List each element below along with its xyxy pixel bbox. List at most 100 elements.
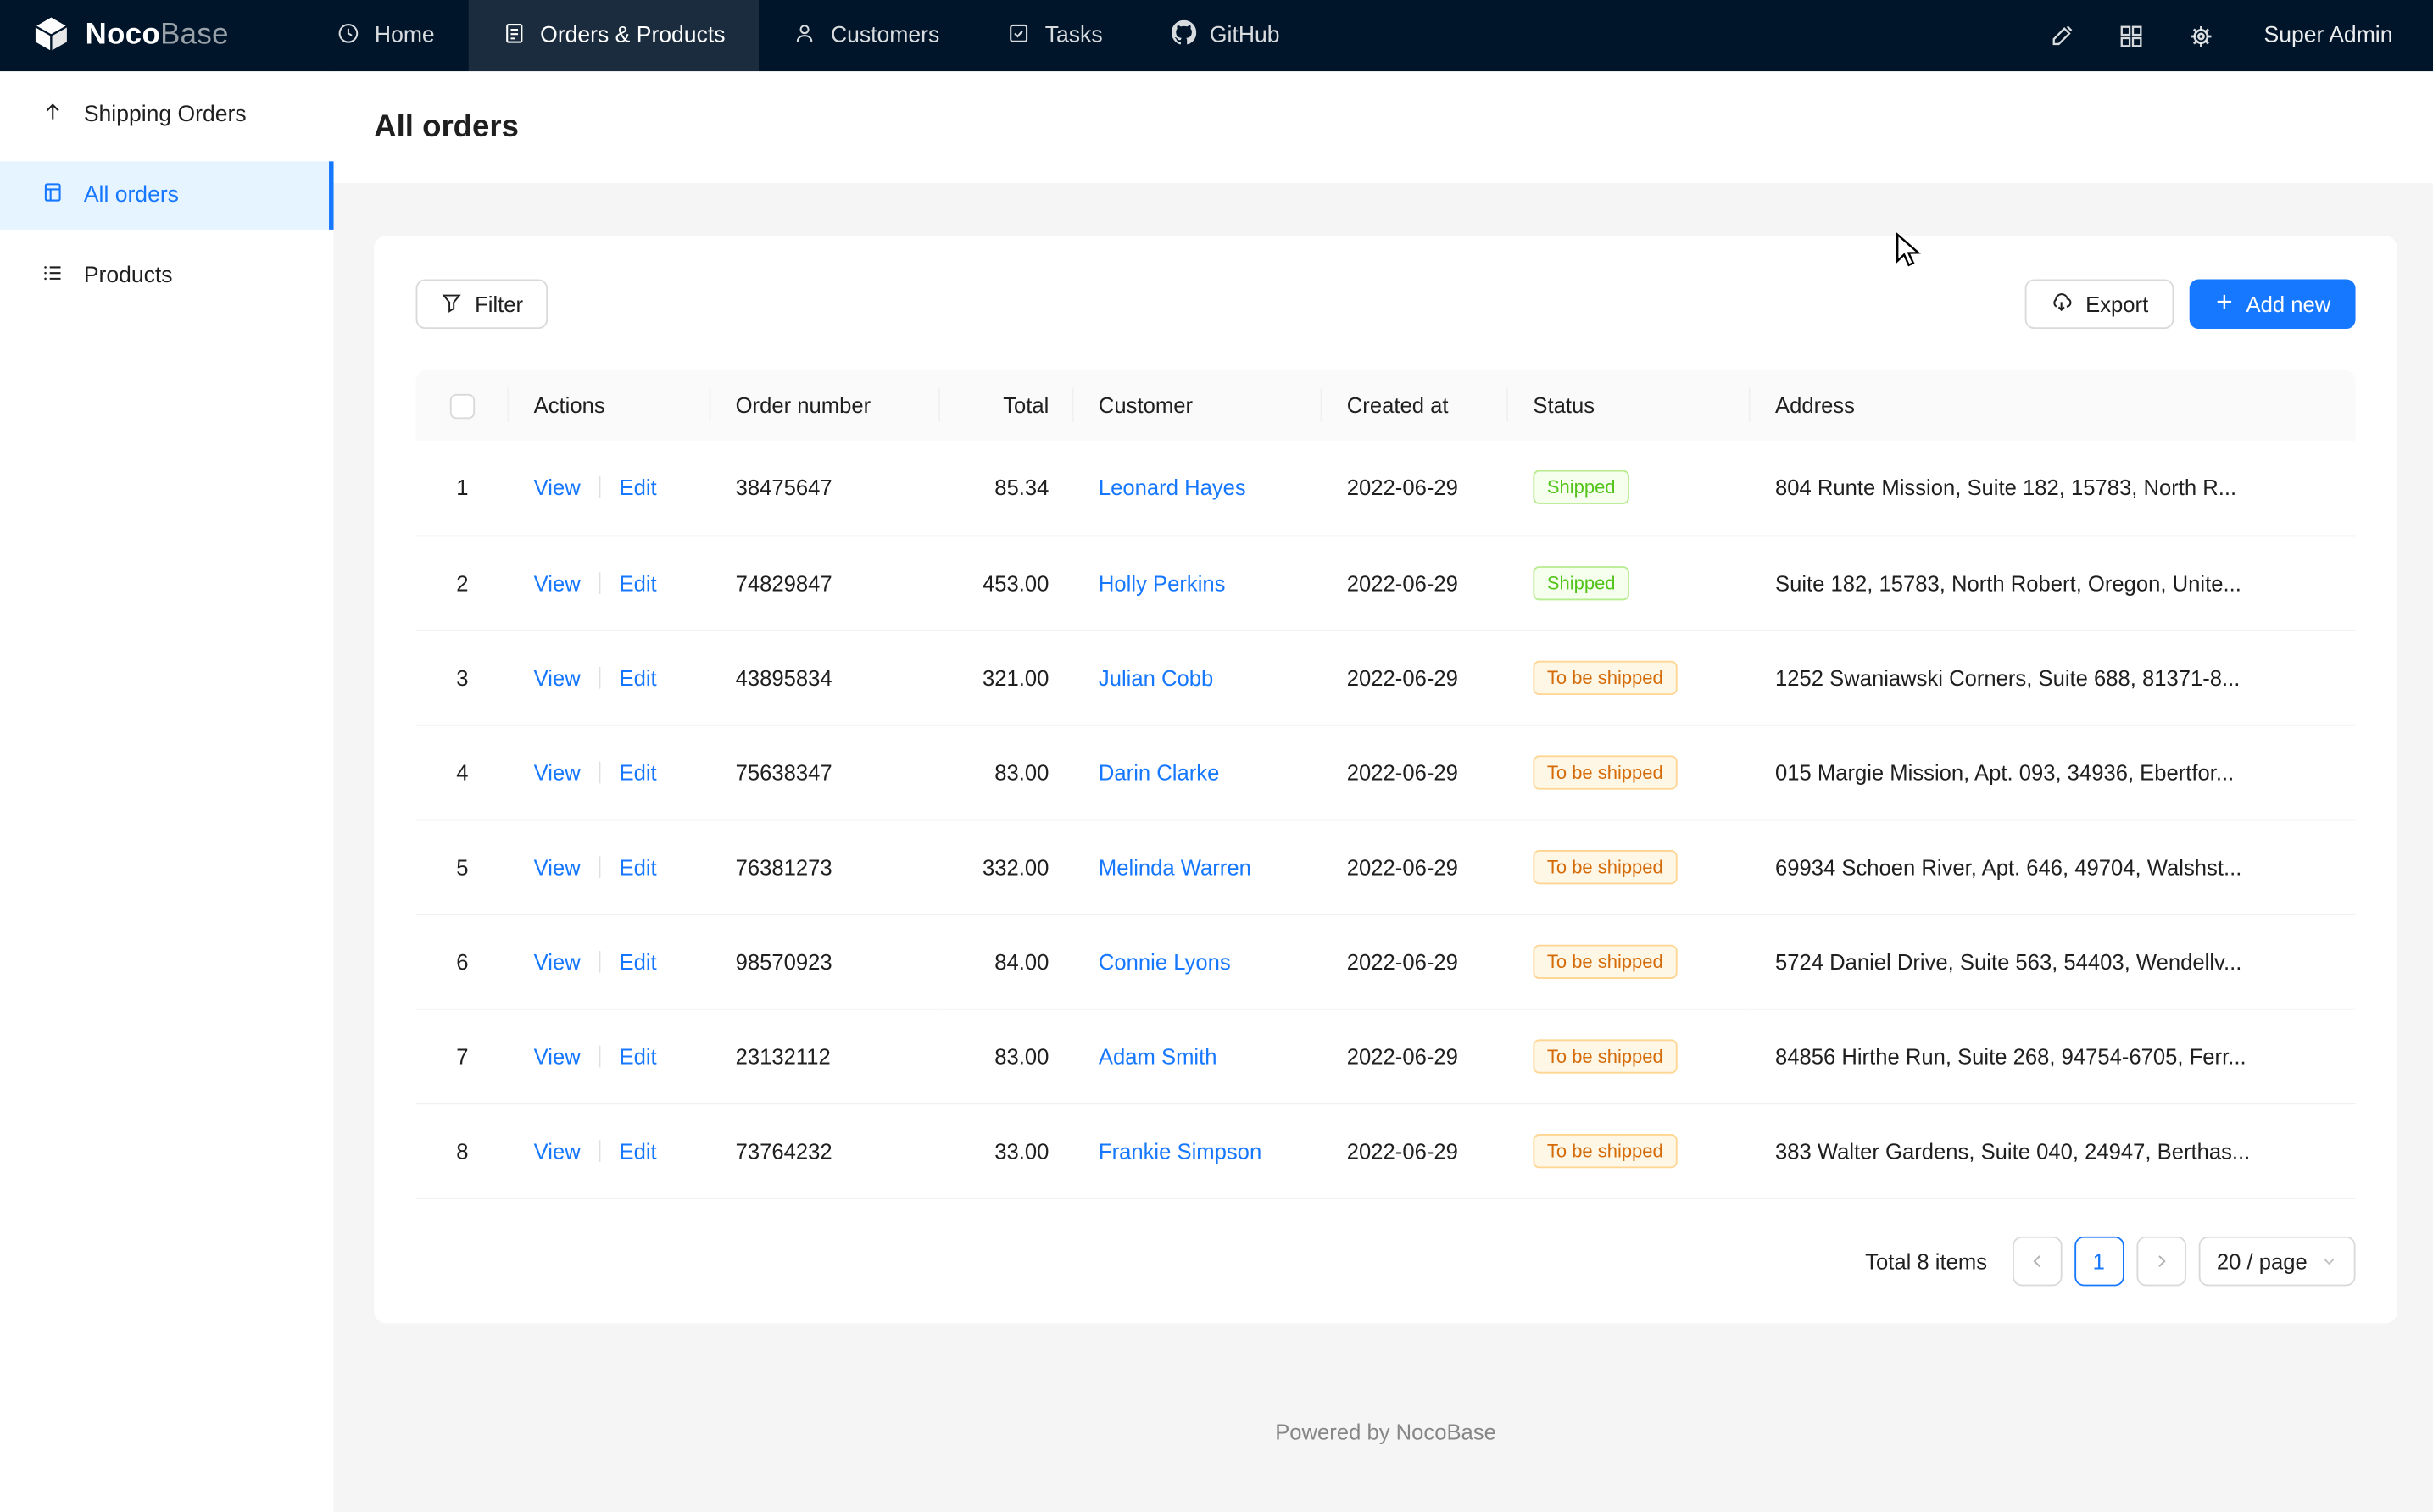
action-divider	[599, 855, 601, 877]
orders-doc-icon	[42, 181, 64, 209]
address-cell: 69934 Schoen River, Apt. 646, 49704, Wal…	[1751, 819, 2356, 914]
view-link[interactable]: View	[534, 475, 581, 500]
nav-item-home[interactable]: Home	[303, 0, 469, 71]
edit-link[interactable]: Edit	[620, 570, 657, 595]
edit-link[interactable]: Edit	[620, 664, 657, 689]
export-button[interactable]: Export	[2025, 279, 2174, 329]
pagination: Total 8 items 1 20 / page	[416, 1236, 2356, 1286]
page-size-select[interactable]: 20 / page	[2198, 1236, 2356, 1286]
view-link[interactable]: View	[534, 948, 581, 973]
created-at-cell: 2022-06-29	[1322, 819, 1509, 914]
total-cell: 85.34	[940, 441, 1073, 536]
row-index: 5	[416, 819, 509, 914]
column-header-total: Total	[940, 370, 1073, 441]
export-label: Export	[2085, 292, 2148, 316]
table-row: 1 View Edit 38475647 85.34 Leonard Hayes…	[416, 441, 2356, 536]
view-link[interactable]: View	[534, 1138, 581, 1163]
sidebar-item-label: Shipping Orders	[84, 103, 247, 127]
edit-link[interactable]: Edit	[620, 854, 657, 879]
home-icon	[337, 21, 360, 51]
sidebar-item-products[interactable]: Products	[0, 242, 334, 311]
view-link[interactable]: View	[534, 664, 581, 689]
row-index: 6	[416, 914, 509, 1009]
table-row: 2 View Edit 74829847 453.00 Holly Perkin…	[416, 535, 2356, 630]
select-all-checkbox[interactable]	[450, 393, 475, 418]
pagination-next-button[interactable]	[2136, 1236, 2186, 1286]
action-divider	[599, 572, 601, 594]
pagination-page-1[interactable]: 1	[2074, 1236, 2124, 1286]
order-number-cell: 73764232	[710, 1103, 940, 1198]
orders-table-body: 1 View Edit 38475647 85.34 Leonard Hayes…	[416, 441, 2356, 1198]
status-badge: To be shipped	[1533, 1133, 1677, 1167]
nav-item-orders-products[interactable]: Orders & Products	[469, 0, 760, 71]
order-number-cell: 38475647	[710, 441, 940, 536]
action-divider	[599, 666, 601, 688]
address-cell: 1252 Swaniawski Corners, Suite 688, 8137…	[1751, 630, 2356, 725]
action-divider	[599, 1045, 601, 1067]
view-link[interactable]: View	[534, 1043, 581, 1068]
column-header-created-at: Created at	[1322, 370, 1509, 441]
pagination-prev-button[interactable]	[2012, 1236, 2062, 1286]
page-size-value: 20 / page	[2217, 1248, 2308, 1273]
sidebar-item-shipping-orders[interactable]: Shipping Orders	[0, 81, 334, 149]
row-index: 3	[416, 630, 509, 725]
customer-link[interactable]: Leonard Hayes	[1099, 475, 1246, 500]
page-title: All orders	[374, 109, 519, 145]
page-header: All orders	[334, 71, 2433, 183]
edit-link[interactable]: Edit	[620, 1043, 657, 1068]
nav-item-github[interactable]: GitHub	[1137, 0, 1314, 71]
action-divider	[599, 1139, 601, 1161]
customer-link[interactable]: Darin Clarke	[1099, 759, 1219, 784]
address-cell: 383 Walter Gardens, Suite 040, 24947, Be…	[1751, 1103, 2356, 1198]
brand-logo[interactable]: NocoBase	[0, 0, 259, 71]
created-at-cell: 2022-06-29	[1322, 1103, 1509, 1198]
gear-icon[interactable]	[2188, 23, 2214, 49]
top-navbar: NocoBase Home Orders & Products	[0, 0, 2433, 71]
orders-table: Actions Order number Total Customer Crea…	[416, 370, 2356, 1198]
view-link[interactable]: View	[534, 759, 581, 784]
address-cell: 84856 Hirthe Run, Suite 268, 94754-6705,…	[1751, 1009, 2356, 1103]
customer-link[interactable]: Holly Perkins	[1099, 570, 1226, 595]
table-row: 8 View Edit 73764232 33.00 Frankie Simps…	[416, 1103, 2356, 1198]
customer-link[interactable]: Julian Cobb	[1099, 664, 1213, 689]
nav-label: Customers	[831, 23, 939, 47]
address-cell: 015 Margie Mission, Apt. 093, 34936, Ebe…	[1751, 725, 2356, 820]
edit-link[interactable]: Edit	[620, 1138, 657, 1163]
total-cell: 33.00	[940, 1103, 1073, 1198]
table-header-row: Actions Order number Total Customer Crea…	[416, 370, 2356, 441]
customer-link[interactable]: Adam Smith	[1099, 1043, 1217, 1068]
total-cell: 332.00	[940, 819, 1073, 914]
customer-link[interactable]: Connie Lyons	[1099, 948, 1231, 973]
highlighter-icon[interactable]	[2048, 23, 2074, 49]
user-menu[interactable]: Super Admin	[2263, 23, 2392, 47]
view-link[interactable]: View	[534, 854, 581, 879]
sidebar-item-all-orders[interactable]: All orders	[0, 161, 334, 230]
row-index: 8	[416, 1103, 509, 1198]
status-badge: To be shipped	[1533, 849, 1677, 883]
nav-item-customers[interactable]: Customers	[760, 0, 974, 71]
pagination-total: Total 8 items	[1865, 1248, 1987, 1273]
customer-link[interactable]: Frankie Simpson	[1099, 1138, 1261, 1163]
plus-icon	[2213, 292, 2234, 316]
tasks-icon	[1008, 21, 1031, 51]
blocks-icon[interactable]	[2118, 23, 2144, 49]
chevron-down-icon	[2321, 1248, 2336, 1273]
nav-label: Home	[375, 23, 435, 47]
nav-item-tasks[interactable]: Tasks	[974, 0, 1137, 71]
page-content: Filter Export	[334, 183, 2433, 1512]
edit-link[interactable]: Edit	[620, 475, 657, 500]
edit-link[interactable]: Edit	[620, 759, 657, 784]
app-root: NocoBase Home Orders & Products	[0, 0, 2433, 1512]
customer-link[interactable]: Melinda Warren	[1099, 854, 1251, 879]
view-link[interactable]: View	[534, 570, 581, 595]
edit-link[interactable]: Edit	[620, 948, 657, 973]
order-number-cell: 98570923	[710, 914, 940, 1009]
table-toolbar: Filter Export	[416, 279, 2356, 329]
add-new-button[interactable]: Add new	[2189, 279, 2356, 329]
address-cell: 804 Runte Mission, Suite 182, 15783, Nor…	[1751, 441, 2356, 536]
status-badge: To be shipped	[1533, 660, 1677, 694]
filter-button[interactable]: Filter	[416, 279, 548, 329]
order-number-cell: 23132112	[710, 1009, 940, 1103]
order-number-cell: 74829847	[710, 535, 940, 630]
status-badge: Shipped	[1533, 470, 1629, 504]
